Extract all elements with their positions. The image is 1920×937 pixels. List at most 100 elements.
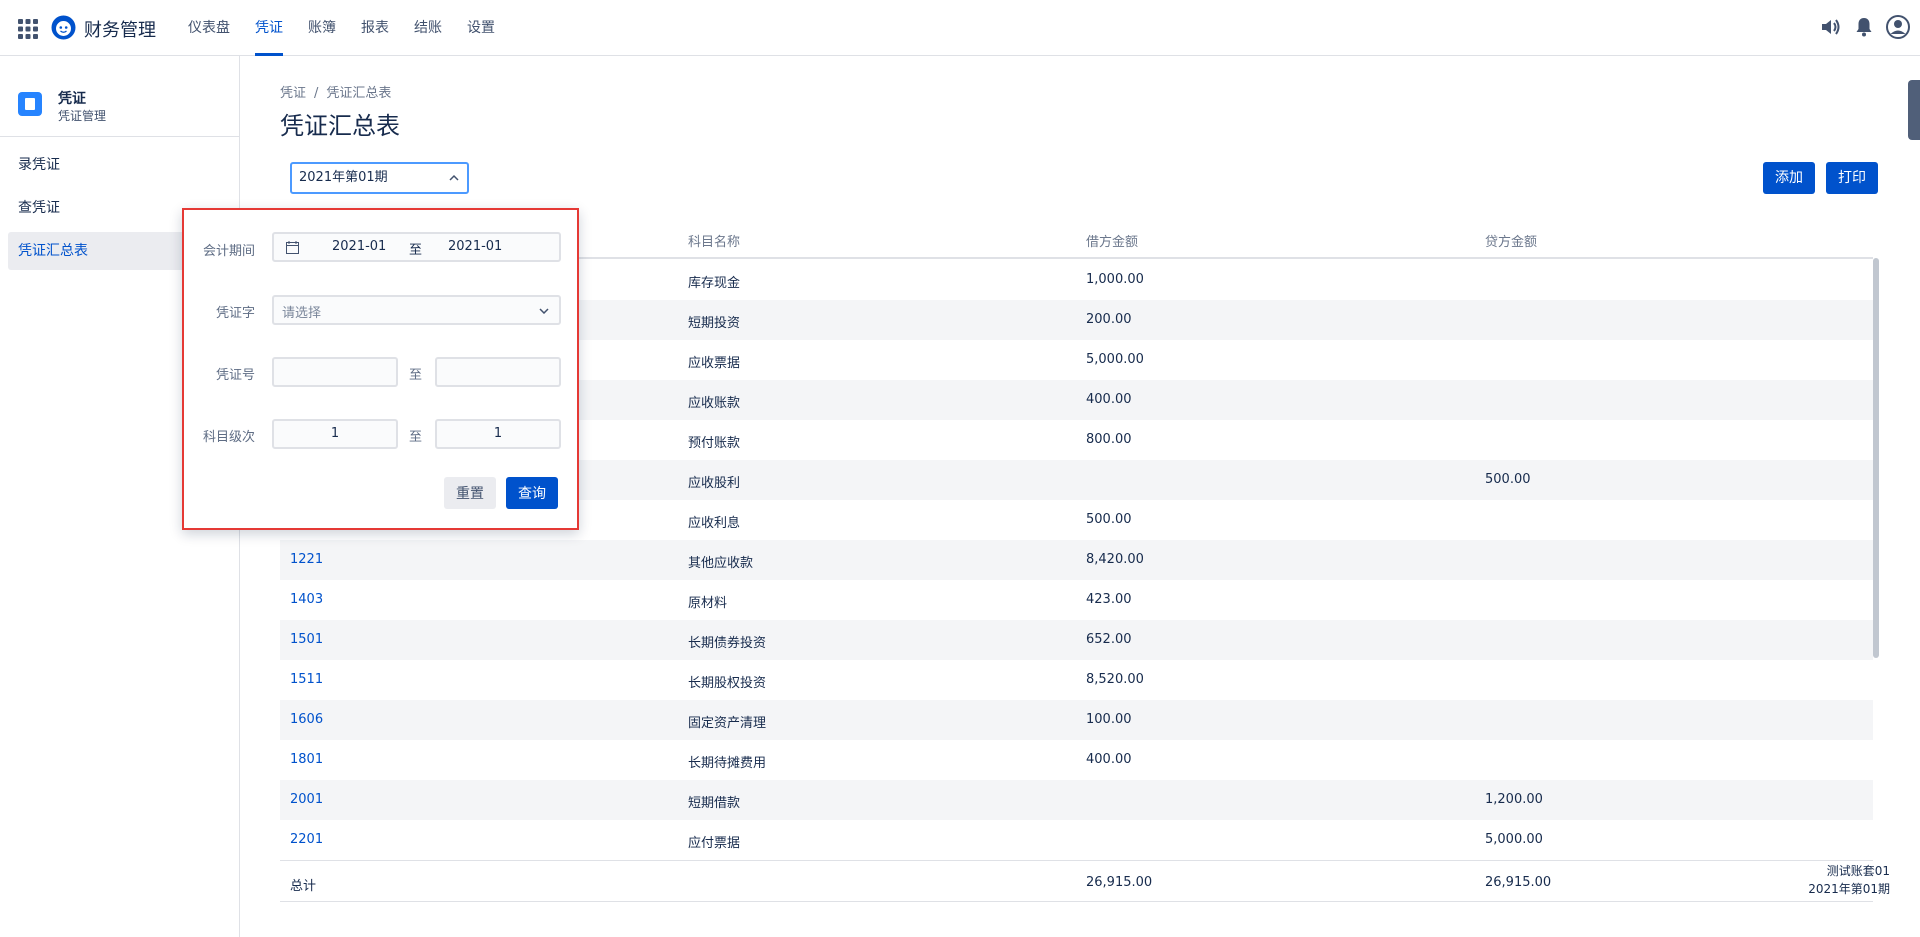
account-code-cell[interactable]: 1511	[290, 672, 323, 687]
credit-amount-cell: 5,000.00	[1485, 832, 1543, 847]
account-level-to-input[interactable]: 1	[435, 419, 561, 449]
table-row[interactable]: 1221 其他应收款 8,420.00	[280, 540, 1873, 580]
account-code-cell[interactable]: 1221	[290, 552, 323, 567]
voucher-no-to-input[interactable]	[435, 357, 561, 387]
table-row[interactable]: 1511 长期股权投资 8,520.00	[280, 660, 1873, 700]
account-code-cell[interactable]: 2001	[290, 792, 323, 807]
debit-amount-cell: 500.00	[1086, 512, 1132, 527]
column-header-debit: 借方金额	[1086, 235, 1139, 250]
table-total-row: 总计 26,915.00 26,915.00	[280, 860, 1873, 902]
account-name-cell: 长期股权投资	[688, 676, 767, 691]
account-level-label: 科目级次	[202, 430, 255, 445]
column-header-account-name: 科目名称	[688, 235, 741, 250]
debit-amount-cell: 200.00	[1086, 312, 1132, 327]
account-code-cell[interactable]: 1501	[290, 632, 323, 647]
account-name-cell: 长期债券投资	[688, 636, 767, 651]
page-title: 凭证汇总表	[280, 112, 400, 140]
voucher-no-label: 凭证号	[215, 368, 255, 383]
chevron-down-icon	[539, 308, 549, 314]
table-row[interactable]: 2201 应付票据 5,000.00	[280, 820, 1873, 860]
book-period: 2021年第01期	[1808, 882, 1890, 896]
voucher-word-select[interactable]: 请选择	[272, 295, 561, 325]
table-row[interactable]: 1801 长期待摊费用 400.00	[280, 740, 1873, 780]
account-code-cell[interactable]: 1606	[290, 712, 323, 727]
breadcrumb-parent[interactable]: 凭证	[280, 86, 306, 101]
period-to-value: 2021-01	[448, 239, 503, 254]
top-bar: 财务管理 仪表盘 凭证 账簿 报表 结账 设置	[0, 0, 1920, 56]
account-name-cell: 其他应收款	[688, 556, 754, 571]
debit-amount-cell: 400.00	[1086, 752, 1132, 767]
account-name-cell: 长期待摊费用	[688, 756, 767, 771]
account-name-cell: 应收票据	[688, 356, 741, 371]
account-level-from-input[interactable]: 1	[272, 419, 398, 449]
period-from-value: 2021-01	[332, 239, 387, 254]
calendar-icon	[286, 241, 299, 254]
book-name: 测试账套01	[1826, 864, 1890, 878]
nav-settings[interactable]: 设置	[467, 0, 495, 56]
account-name-cell: 应收利息	[688, 516, 741, 531]
user-avatar-icon[interactable]	[1886, 15, 1910, 39]
nav-closing[interactable]: 结账	[414, 0, 442, 56]
app-switcher-icon[interactable]	[18, 19, 38, 39]
query-button[interactable]: 查询	[506, 477, 558, 509]
sidebar-divider	[0, 136, 240, 137]
table-row[interactable]: 2001 短期借款 1,200.00	[280, 780, 1873, 820]
top-right-icons	[1818, 15, 1910, 39]
table-row[interactable]: 1606 固定资产清理 100.00	[280, 700, 1873, 740]
nav-dashboard[interactable]: 仪表盘	[188, 0, 230, 56]
debit-amount-cell: 800.00	[1086, 432, 1132, 447]
breadcrumb-separator: /	[314, 86, 319, 101]
debit-amount-cell: 100.00	[1086, 712, 1132, 727]
total-debit: 26,915.00	[1086, 875, 1153, 890]
app-logo-icon[interactable]	[51, 15, 76, 40]
breadcrumb-current[interactable]: 凭证汇总表	[326, 86, 391, 101]
account-code-cell[interactable]: 2201	[290, 832, 323, 847]
nav-ledger[interactable]: 账簿	[308, 0, 336, 56]
account-code-cell[interactable]: 1403	[290, 592, 323, 607]
side-panel-handle[interactable]	[1908, 80, 1920, 140]
chevron-up-icon	[449, 174, 459, 181]
period-range-field[interactable]: 2021-01 至 2021-01	[272, 232, 561, 262]
credit-amount-cell: 500.00	[1485, 472, 1531, 487]
voucher-word-label: 凭证字	[215, 306, 255, 321]
column-header-credit: 贷方金额	[1485, 235, 1538, 250]
voucher-module-icon	[18, 92, 42, 116]
table-scrollbar[interactable]	[1873, 258, 1879, 658]
main-nav: 仪表盘 凭证 账簿 报表 结账 设置	[188, 0, 520, 56]
account-name-cell: 短期投资	[688, 316, 741, 331]
account-name-cell: 原材料	[688, 596, 728, 611]
sidebar-subtitle: 凭证管理	[58, 109, 107, 123]
voucher-no-from-input[interactable]	[272, 357, 398, 387]
voucher-no-to-label: 至	[409, 368, 423, 383]
app-title[interactable]: 财务管理	[84, 16, 156, 42]
reset-button[interactable]: 重置	[444, 477, 496, 509]
account-name-cell: 应付票据	[688, 836, 741, 851]
period-select[interactable]: 2021年第01期	[290, 162, 469, 194]
nav-voucher[interactable]: 凭证	[255, 0, 283, 56]
debit-amount-cell: 5,000.00	[1086, 352, 1144, 367]
period-select-value: 2021年第01期	[299, 170, 388, 185]
account-name-cell: 应收股利	[688, 476, 741, 491]
account-name-cell: 应收账款	[688, 396, 741, 411]
sidebar-title: 凭证	[58, 91, 86, 107]
account-level-to-label: 至	[409, 430, 423, 445]
nav-reports[interactable]: 报表	[361, 0, 389, 56]
print-button[interactable]: 打印	[1826, 162, 1878, 194]
notification-bell-icon[interactable]	[1852, 15, 1876, 39]
account-code-cell[interactable]: 1801	[290, 752, 323, 767]
debit-amount-cell: 1,000.00	[1086, 272, 1144, 287]
add-button[interactable]: 添加	[1763, 162, 1815, 194]
account-name-cell: 固定资产清理	[688, 716, 767, 731]
sidebar-item-enter-voucher[interactable]: 录凭证	[8, 146, 232, 184]
filter-popup: 会计期间 2021-01 至 2021-01 凭证字 请选择 凭证号 至 科目级…	[182, 208, 579, 530]
table-row[interactable]: 1501 长期债券投资 652.00	[280, 620, 1873, 660]
account-name-cell: 预付账款	[688, 436, 741, 451]
table-row[interactable]: 1403 原材料 423.00	[280, 580, 1873, 620]
total-label: 总计	[290, 879, 317, 894]
debit-amount-cell: 400.00	[1086, 392, 1132, 407]
total-credit: 26,915.00	[1485, 875, 1552, 890]
voucher-word-placeholder: 请选择	[282, 306, 322, 321]
period-to-label: 至	[409, 243, 423, 258]
speaker-icon[interactable]	[1818, 15, 1842, 39]
breadcrumb: 凭证 / 凭证汇总表	[280, 82, 391, 101]
